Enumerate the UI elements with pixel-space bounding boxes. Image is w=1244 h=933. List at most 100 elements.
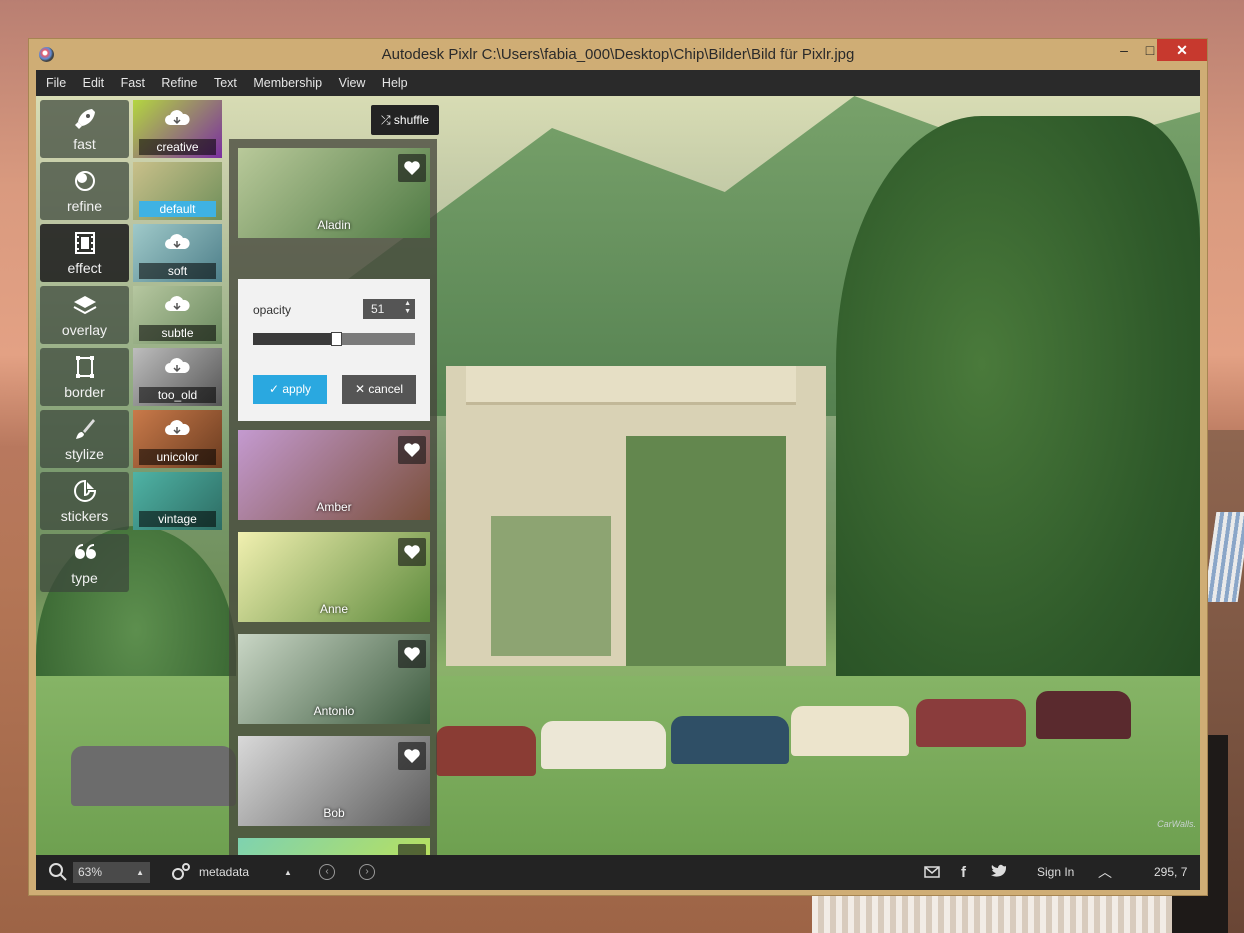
menu-refine[interactable]: Refine [155, 70, 203, 96]
menu-view[interactable]: View [333, 70, 372, 96]
mail-icon[interactable] [924, 865, 940, 882]
tool-refine[interactable]: refine [40, 162, 129, 220]
category-soft[interactable]: soft [133, 224, 222, 282]
category-label: unicolor [139, 449, 216, 465]
opacity-value: 51 [371, 302, 385, 316]
photo-car [671, 716, 789, 764]
canvas-watermark: CarWalls. [1157, 819, 1196, 829]
sticker-icon [40, 478, 129, 508]
effect-card-bob[interactable]: Bob [238, 736, 430, 826]
favorite-heart-icon[interactable] [398, 844, 426, 855]
tool-label: refine [66, 198, 103, 214]
image-canvas[interactable]: CarWalls. fast refine effect overlay bor… [36, 96, 1200, 855]
cancel-button[interactable]: ✕ cancel [342, 375, 416, 404]
close-button[interactable]: ✕ [1157, 39, 1207, 61]
tool-type[interactable]: type [40, 534, 129, 592]
menu-text[interactable]: Text [208, 70, 243, 96]
tool-stylize[interactable]: stylize [40, 410, 129, 468]
tool-overlay[interactable]: overlay [40, 286, 129, 344]
opacity-slider-handle[interactable] [330, 332, 342, 346]
border-icon [40, 354, 129, 384]
favorite-heart-icon[interactable] [398, 436, 426, 464]
opacity-stepper[interactable]: 51 ▲ ▼ [363, 299, 415, 319]
film-icon [40, 230, 129, 260]
menu-help[interactable]: Help [376, 70, 414, 96]
twitter-icon[interactable] [991, 864, 1007, 881]
menu-fast[interactable]: Fast [115, 70, 151, 96]
window-title: Autodesk Pixlr C:\Users\fabia_000\Deskto… [381, 46, 855, 63]
favorite-heart-icon[interactable] [398, 154, 426, 182]
photo-car [1036, 691, 1131, 739]
tool-label: border [64, 384, 105, 400]
favorite-heart-icon[interactable] [398, 742, 426, 770]
category-too-old[interactable]: too_old [133, 348, 222, 406]
category-default[interactable]: default [133, 162, 222, 220]
category-subtle[interactable]: subtle [133, 286, 222, 344]
cloud-download-icon [163, 232, 191, 250]
facebook-icon[interactable]: f [961, 855, 966, 890]
photo-car [791, 706, 909, 756]
rocket-icon [40, 106, 129, 136]
effect-card-amber[interactable]: Amber [238, 430, 430, 520]
previous-arrow-icon[interactable]: ‹ [319, 864, 335, 880]
chevron-up-icon[interactable]: ︿ [1098, 855, 1112, 890]
cursor-coordinates: 295, 7 [1154, 865, 1188, 879]
favorite-heart-icon[interactable] [398, 640, 426, 668]
apply-button[interactable]: ✓ apply [253, 375, 327, 404]
sign-in-link[interactable]: Sign In [1037, 855, 1074, 890]
effects-panel[interactable]: Aladin opacity 51 ▲ ▼ ✓ apply ✕ cancel A… [229, 139, 437, 855]
category-label: default [139, 201, 216, 217]
tool-fast[interactable]: fast [40, 100, 129, 158]
cloud-download-icon [163, 294, 191, 312]
menu-membership[interactable]: Membership [247, 70, 328, 96]
cloud-download-icon [163, 356, 191, 374]
category-creative[interactable]: creative [133, 100, 222, 158]
tool-label: type [71, 570, 98, 586]
category-label: vintage [139, 511, 216, 527]
favorite-heart-icon[interactable] [398, 538, 426, 566]
zoom-value: 63% [78, 865, 103, 879]
effect-name: Anne [319, 602, 349, 616]
menu-edit[interactable]: Edit [77, 70, 111, 96]
photo-trees [836, 116, 1200, 736]
check-icon: ✓ [268, 382, 280, 396]
zoom-search-icon[interactable] [48, 862, 68, 885]
metadata-label[interactable]: metadata [199, 855, 249, 890]
menu-file[interactable]: File [36, 70, 72, 96]
effect-card-aladin[interactable]: Aladin [238, 148, 430, 238]
opacity-label: opacity [253, 303, 292, 317]
status-bar: 63% ▲ metadata ▲ ‹ › f Sign In ︿ 295, 7 [36, 855, 1200, 890]
tool-label: stickers [60, 508, 109, 524]
cloud-download-icon [163, 108, 191, 126]
metadata-icon[interactable] [171, 863, 191, 884]
effect-name: Antonio [313, 704, 355, 718]
photo-car [541, 721, 666, 769]
shuffle-button[interactable]: ⤮ shuffle [371, 105, 439, 135]
title-bar[interactable]: Autodesk Pixlr C:\Users\fabia_000\Deskto… [29, 39, 1207, 71]
chevron-up-icon: ▲ [136, 868, 144, 877]
category-label: too_old [139, 387, 216, 403]
photo-villa-ivy [491, 516, 611, 656]
category-vintage[interactable]: vintage [133, 472, 222, 530]
desktop-basket [812, 895, 1172, 933]
effect-name: Aladin [317, 218, 351, 232]
shuffle-label: shuffle [393, 113, 430, 127]
category-label: soft [139, 263, 216, 279]
apply-label: apply [282, 382, 312, 396]
effect-card-antonio[interactable]: Antonio [238, 634, 430, 724]
effect-card-anne[interactable]: Anne [238, 532, 430, 622]
photo-car [916, 699, 1026, 747]
effect-card-next[interactable] [238, 838, 430, 855]
effect-name: Amber [316, 500, 352, 514]
tool-border[interactable]: border [40, 348, 129, 406]
tool-stickers[interactable]: stickers [40, 472, 129, 530]
category-label: subtle [139, 325, 216, 341]
category-unicolor[interactable]: unicolor [133, 410, 222, 468]
stepper-arrows-icon[interactable]: ▲ ▼ [404, 300, 411, 316]
chevron-up-icon[interactable]: ▲ [284, 855, 292, 890]
cancel-label: cancel [368, 382, 404, 396]
tool-effect[interactable]: effect [40, 224, 129, 282]
next-arrow-icon[interactable]: › [359, 864, 375, 880]
zoom-dropdown[interactable]: 63% ▲ [73, 862, 150, 883]
opacity-slider[interactable] [253, 332, 415, 346]
